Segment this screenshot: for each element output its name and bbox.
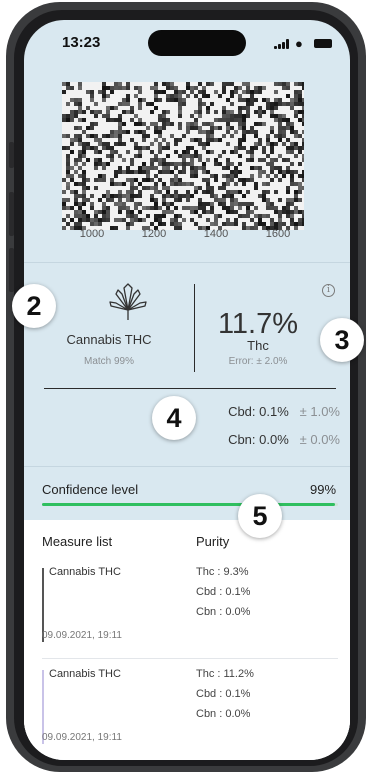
- item-cbd: Cbd : 0.1%: [196, 688, 251, 700]
- item-cbd: Cbd : 0.1%: [196, 586, 251, 598]
- signal-icon: [274, 39, 290, 49]
- dynamic-island: [148, 30, 246, 56]
- compound-row-cbn: Cbn: 0.0% ± 0.0%: [200, 432, 340, 447]
- measure-list-item[interactable]: Cannabis THC Thc : 11.2% Cbd : 0.1% Cbn …: [24, 660, 350, 756]
- measure-list-item[interactable]: Cannabis THC Thc : 9.3% Cbd : 0.1% Cbn :…: [24, 558, 350, 654]
- main-compound-percentage: 11.7%: [217, 308, 299, 340]
- callout-2: 2: [12, 284, 56, 328]
- compound-tolerance: ± 0.0%: [299, 432, 340, 447]
- purity-header: Purity: [196, 534, 230, 549]
- item-cbn: Cbn : 0.0%: [196, 606, 251, 618]
- wifi-icon: ●: [295, 36, 303, 51]
- axis-tick: 1200: [141, 228, 167, 240]
- confidence-bar-fill: [42, 503, 336, 506]
- item-thc: Thc : 11.2%: [196, 668, 254, 680]
- confidence-label: Confidence level: [42, 482, 139, 497]
- section-divider: [24, 466, 350, 467]
- section-divider: [24, 262, 350, 263]
- axis-tick: 1400: [203, 228, 229, 240]
- item-substance: Cannabis THC: [49, 566, 121, 578]
- axis-tick: 1600: [265, 228, 291, 240]
- item-thc: Thc : 9.3%: [196, 566, 249, 578]
- info-icon[interactable]: i: [322, 284, 335, 297]
- callout-3: 3: [320, 318, 364, 362]
- status-time: 13:23: [62, 34, 101, 51]
- spectrum-image: [62, 82, 304, 230]
- spectrum-axis: 1000 1200 1400 1600: [62, 228, 304, 242]
- substance-name: Cannabis THC: [66, 332, 152, 347]
- item-date: 09.09.2021, 19:11: [42, 732, 122, 743]
- confidence-value: 99%: [310, 482, 337, 497]
- callout-4: 4: [152, 396, 196, 440]
- item-date: 09.09.2021, 19:11: [42, 630, 122, 641]
- status-bar: 13:23 ●: [24, 20, 350, 64]
- compound-value: Cbd: 0.1%: [228, 404, 289, 419]
- confidence-bar: [42, 503, 338, 506]
- compound-row-cbd: Cbd: 0.1% ± 1.0%: [200, 404, 340, 419]
- battery-icon: [314, 39, 332, 48]
- match-percentage: Match 99%: [83, 356, 135, 367]
- item-separator: [42, 658, 338, 659]
- callout-5: 5: [238, 494, 282, 538]
- item-cbn: Cbn : 0.0%: [196, 708, 251, 720]
- compound-value: Cbn: 0.0%: [228, 432, 289, 447]
- compound-tolerance: ± 1.0%: [299, 404, 340, 419]
- axis-tick: 1000: [79, 228, 105, 240]
- main-compound-name: Thc: [247, 338, 269, 353]
- measure-list-header: Measure list: [42, 534, 113, 549]
- result-separator: [44, 388, 336, 389]
- cannabis-leaf-icon: [109, 283, 147, 320]
- error-margin: Error: ± 2.0%: [228, 356, 288, 367]
- app-screen: 13:23 ● 1000 1200 1400 1600 Cannabis THC: [24, 20, 350, 760]
- item-substance: Cannabis THC: [49, 668, 121, 680]
